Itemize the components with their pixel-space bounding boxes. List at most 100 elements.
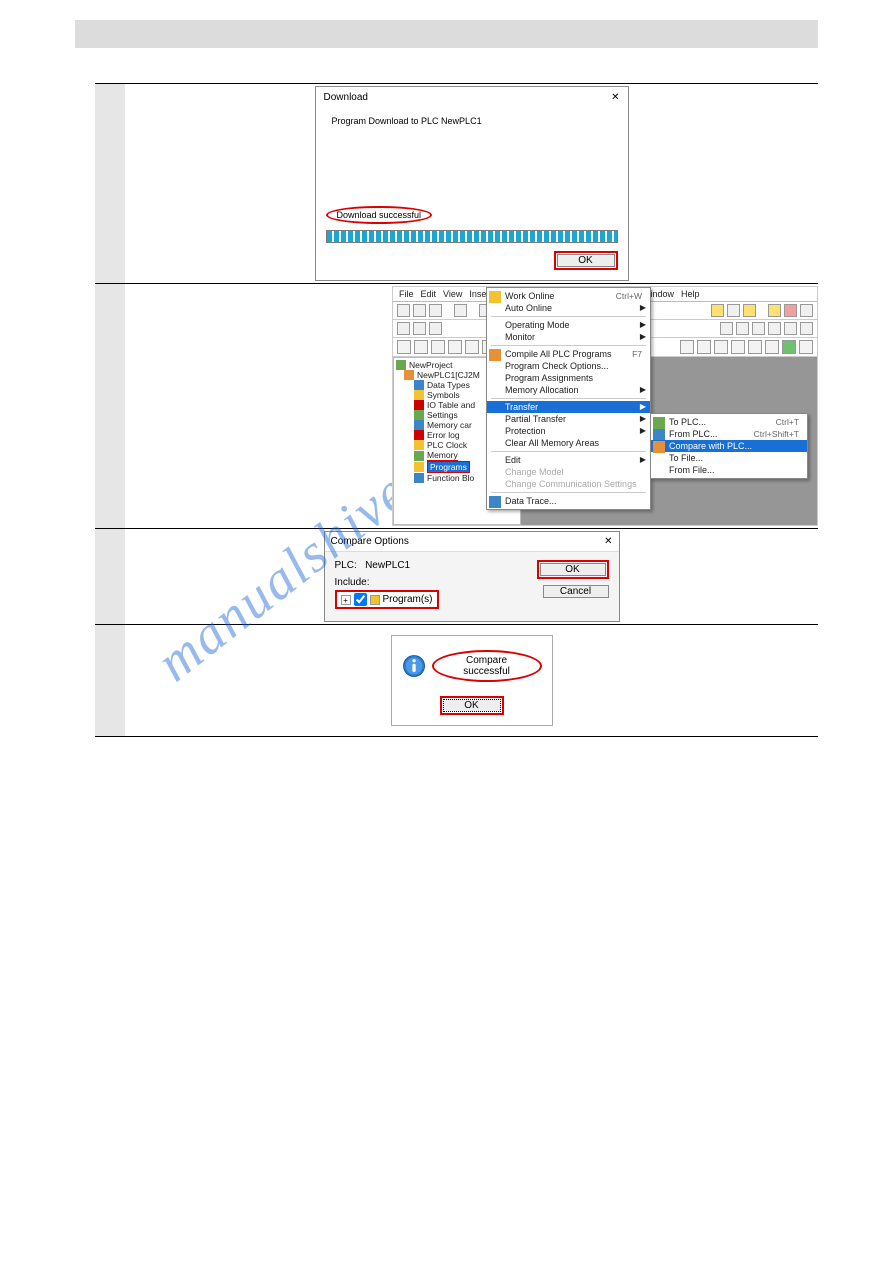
- include-label: Include:: [335, 577, 533, 588]
- row-rightcol: Compare successful OK: [125, 625, 818, 736]
- transfer-submenu: To PLC...Ctrl+T From PLC...Ctrl+Shift+T …: [650, 413, 808, 479]
- menu-partial-transfer[interactable]: Partial Transfer▶: [487, 413, 650, 425]
- zoom-icon[interactable]: [397, 322, 410, 335]
- download-message: Program Download to PLC NewPLC1: [332, 116, 618, 126]
- compare-options-title: Compare Options: [331, 536, 409, 547]
- info-icon: [402, 653, 426, 679]
- compare-success-message: Compare successful: [432, 650, 542, 682]
- tb3-icon[interactable]: [714, 340, 728, 354]
- download-title: Download: [324, 92, 368, 103]
- save-icon[interactable]: [429, 304, 442, 317]
- compare-success-ok-highlight: OK: [440, 696, 504, 715]
- menu-edit-sub[interactable]: Edit▶: [487, 454, 650, 466]
- menu-help[interactable]: Help: [681, 289, 700, 299]
- tb3-icon[interactable]: [431, 340, 445, 354]
- compare-options-body: PLC: NewPLC1 Include: + Program(s): [325, 552, 619, 621]
- row-ide: File Edit View Insert PLC Program Simula…: [95, 284, 818, 529]
- menu-change-model: Change Model: [487, 466, 650, 478]
- menu-monitor[interactable]: Monitor▶: [487, 331, 650, 343]
- download-ok-highlight: OK: [554, 251, 618, 270]
- tool4-icon[interactable]: [768, 322, 781, 335]
- progress-bar: [326, 230, 618, 243]
- download-ok-button[interactable]: OK: [557, 254, 615, 267]
- menu-transfer[interactable]: Transfer▶: [487, 401, 650, 413]
- print-icon[interactable]: [454, 304, 467, 317]
- row-leftcol: [95, 284, 125, 528]
- menu-auto-online[interactable]: Auto Online▶: [487, 302, 650, 314]
- submenu-compare-with-plc[interactable]: Compare with PLC...: [651, 440, 807, 452]
- tb3-icon[interactable]: [799, 340, 813, 354]
- submenu-from-file[interactable]: From File...: [651, 464, 807, 476]
- menu-data-trace[interactable]: Data Trace...: [487, 495, 650, 507]
- compare-success-ok-button[interactable]: OK: [443, 699, 501, 712]
- menu-work-online[interactable]: Work OnlineCtrl+W: [487, 290, 650, 302]
- programs-checkbox-group[interactable]: + Program(s): [335, 590, 439, 609]
- zoom2-icon[interactable]: [413, 322, 426, 335]
- zoom3-icon[interactable]: [429, 322, 442, 335]
- compare-ok-button[interactable]: OK: [540, 563, 606, 576]
- row-compare-success: Compare successful OK: [95, 625, 818, 737]
- compare-cancel-button[interactable]: Cancel: [543, 585, 609, 598]
- download-body: Program Download to PLC NewPLC1 Download…: [316, 116, 628, 280]
- row-download: Download ✕ Program Download to PLC NewPL…: [95, 84, 818, 284]
- tb3-icon[interactable]: [765, 340, 779, 354]
- tb3-icon[interactable]: [448, 340, 462, 354]
- user-icon[interactable]: [784, 304, 797, 317]
- help-icon[interactable]: [727, 304, 740, 317]
- row-leftcol: [95, 625, 125, 736]
- flag-icon[interactable]: [743, 304, 756, 317]
- download-dialog: Download ✕ Program Download to PLC NewPL…: [315, 86, 629, 281]
- menu-change-comm: Change Communication Settings: [487, 478, 650, 490]
- open-icon[interactable]: [413, 304, 426, 317]
- tb3-icon[interactable]: [414, 340, 428, 354]
- warn-icon[interactable]: [768, 304, 781, 317]
- menu-operating-mode[interactable]: Operating Mode▶: [487, 319, 650, 331]
- plc-label: PLC:: [335, 560, 357, 571]
- submenu-to-file[interactable]: To File...: [651, 452, 807, 464]
- tb3-icon[interactable]: [680, 340, 694, 354]
- tool3-icon[interactable]: [752, 322, 765, 335]
- tb3-icon[interactable]: [397, 340, 411, 354]
- new-icon[interactable]: [397, 304, 410, 317]
- menu-compile-all[interactable]: Compile All PLC ProgramsF7: [487, 348, 650, 360]
- ide-window: File Edit View Insert PLC Program Simula…: [392, 286, 818, 526]
- close-icon[interactable]: ✕: [604, 536, 612, 547]
- menu-clear-mem[interactable]: Clear All Memory Areas: [487, 437, 650, 449]
- find-icon[interactable]: [800, 304, 813, 317]
- download-titlebar: Download ✕: [316, 87, 628, 111]
- menu-prog-check[interactable]: Program Check Options...: [487, 360, 650, 372]
- tb3-icon[interactable]: [465, 340, 479, 354]
- tb3-icon[interactable]: [697, 340, 711, 354]
- programs-icon: [370, 595, 380, 605]
- menu-prog-assign[interactable]: Program Assignments: [487, 372, 650, 384]
- menu-mem-alloc[interactable]: Memory Allocation▶: [487, 384, 650, 396]
- row-leftcol: [95, 529, 125, 624]
- menu-edit[interactable]: Edit: [421, 289, 437, 299]
- plc-dropdown-menu: Work OnlineCtrl+W Auto Online▶ Operating…: [486, 287, 651, 510]
- tb3-icon[interactable]: [748, 340, 762, 354]
- programs-label: Program(s): [383, 594, 433, 605]
- programs-checkbox[interactable]: [354, 593, 367, 606]
- compare-ok-highlight: OK: [537, 560, 609, 579]
- tool-icon[interactable]: [720, 322, 733, 335]
- info-icon[interactable]: [711, 304, 724, 317]
- download-status: Download successful: [326, 206, 433, 224]
- submenu-to-plc[interactable]: To PLC...Ctrl+T: [651, 416, 807, 428]
- compare-options-titlebar: Compare Options ✕: [325, 532, 619, 552]
- compare-success-dialog: Compare successful OK: [391, 635, 553, 726]
- tool2-icon[interactable]: [736, 322, 749, 335]
- row-rightcol: Compare Options ✕ PLC: NewPLC1 Include: …: [125, 529, 818, 624]
- close-icon[interactable]: ✕: [611, 92, 619, 103]
- tree-expand-icon[interactable]: +: [341, 595, 351, 605]
- tb3-icon[interactable]: [731, 340, 745, 354]
- menu-protection[interactable]: Protection▶: [487, 425, 650, 437]
- menu-view[interactable]: View: [443, 289, 462, 299]
- tool5-icon[interactable]: [784, 322, 797, 335]
- page-header-bar: [75, 20, 818, 48]
- row-leftcol: [95, 84, 125, 283]
- row-compare-options: Compare Options ✕ PLC: NewPLC1 Include: …: [95, 529, 818, 625]
- tool6-icon[interactable]: [800, 322, 813, 335]
- submenu-from-plc[interactable]: From PLC...Ctrl+Shift+T: [651, 428, 807, 440]
- menu-file[interactable]: File: [399, 289, 414, 299]
- play-icon[interactable]: [782, 340, 796, 354]
